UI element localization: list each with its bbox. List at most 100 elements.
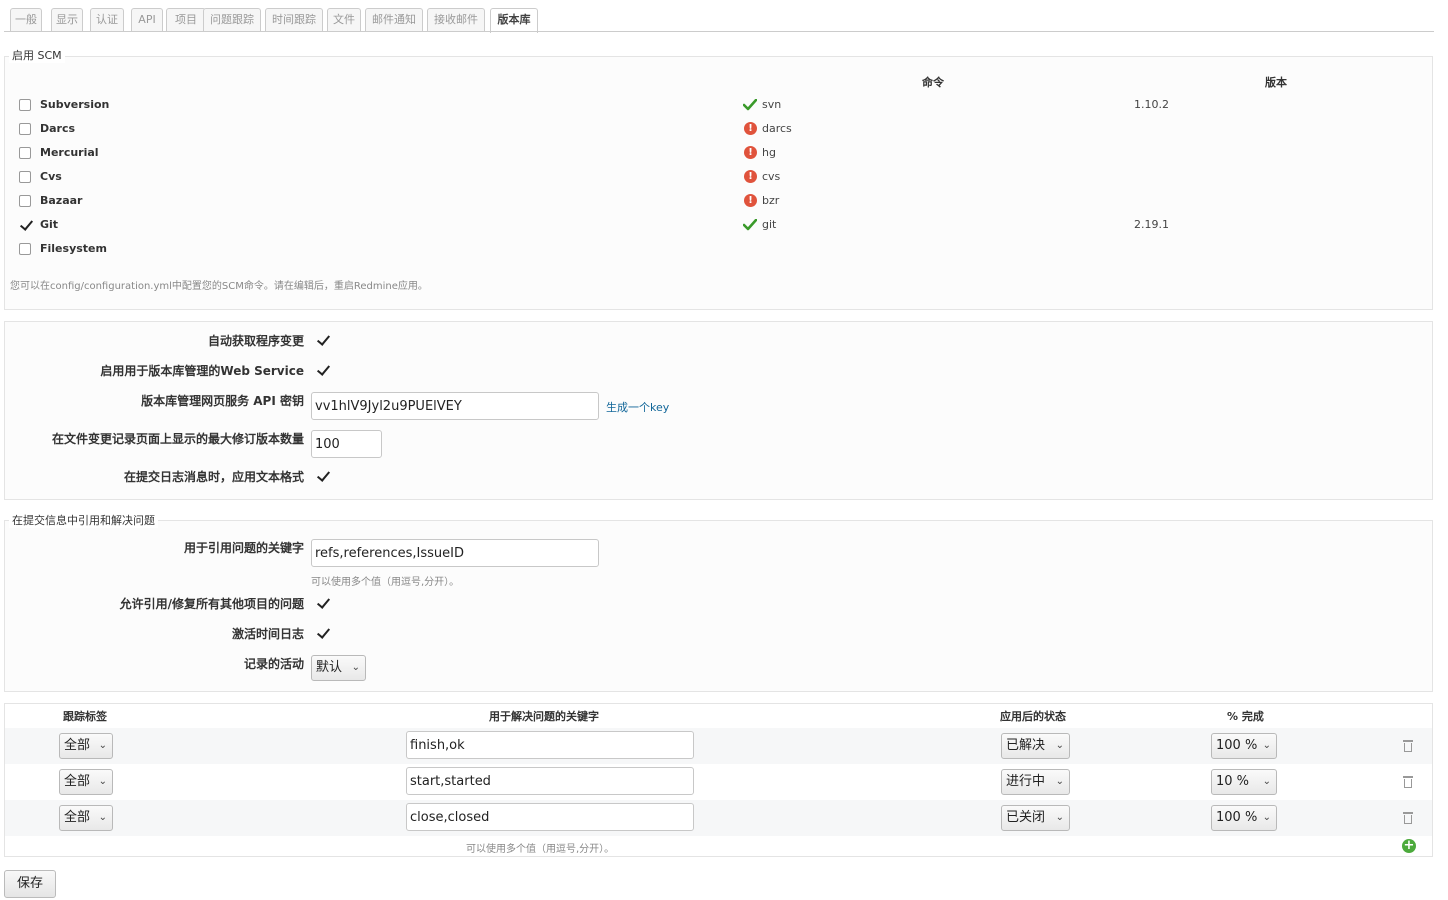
tab-general[interactable]: 一般 (10, 8, 42, 32)
chevron-down-icon: ⌄ (1262, 812, 1271, 823)
tracker-select-value: 全部 (64, 738, 91, 753)
generate-key-link[interactable]: 生成一个key (606, 399, 669, 415)
scm-command: cvs (762, 170, 781, 183)
api-key-label: 版本库管理网页服务 API 密钥 (141, 394, 304, 408)
ref-keywords-input[interactable]: refs,references,IssueID (311, 539, 599, 567)
tab-repositories[interactable]: 版本库 (490, 8, 538, 33)
scm-name: Git (40, 218, 59, 231)
ws-label: 启用用于版本库管理的Web Service (100, 364, 304, 378)
trash-icon[interactable] (1403, 776, 1413, 788)
time-log-label: 激活时间日志 (231, 627, 304, 641)
save-button[interactable]: 保存 (4, 870, 56, 898)
check-icon (743, 219, 757, 231)
text-format-label: 在提交日志消息时，应用文本格式 (123, 470, 304, 484)
status-select-value: 进行中 (1006, 774, 1046, 789)
scm-checkbox-filesystem[interactable] (19, 243, 31, 255)
tracker-select-value: 全部 (64, 774, 91, 789)
trash-icon[interactable] (1403, 812, 1413, 824)
col-done-header: % 完成 (1227, 710, 1264, 723)
activity-select[interactable]: 默认 ⌄ (311, 655, 366, 681)
scm-checkbox-cvs[interactable] (19, 171, 31, 183)
tab-time-tracking[interactable]: 时间跟踪 (265, 8, 323, 32)
activity-select-value: 默认 (316, 660, 343, 675)
scm-command: hg (762, 146, 776, 159)
cross-project-label: 允许引用/修复所有其他项目的问题 (119, 597, 304, 611)
autofetch-label: 自动获取程序变更 (207, 334, 304, 348)
scm-name: Bazaar (40, 194, 83, 207)
scm-version: 2.19.1 (1134, 218, 1169, 231)
col-tracker-header: 跟踪标签 (63, 710, 107, 723)
scm-command: git (762, 218, 777, 231)
status-select[interactable]: 已关闭 ⌄ (1001, 805, 1070, 831)
scm-command: svn (762, 98, 782, 111)
chevron-down-icon: ⌄ (98, 740, 107, 751)
fix-keywords-input[interactable]: finish,ok (406, 731, 694, 759)
trash-icon[interactable] (1403, 740, 1413, 752)
tracker-select[interactable]: 全部 ⌄ (59, 805, 113, 831)
tab-email-notifications[interactable]: 邮件通知 (365, 8, 423, 32)
max-rev-input[interactable]: 100 (311, 430, 382, 458)
scm-checkbox-subversion[interactable] (19, 99, 31, 111)
error-icon: ! (744, 170, 757, 183)
ws-checkbox[interactable] (316, 364, 328, 376)
scm-name: Subversion (40, 98, 110, 111)
done-ratio-select[interactable]: 10 % ⌄ (1211, 769, 1277, 795)
scm-name: Filesystem (40, 242, 107, 255)
max-rev-label: 在文件变更记录页面上显示的最大修订版本数量 (51, 432, 304, 446)
tracker-select[interactable]: 全部 ⌄ (59, 733, 113, 759)
done-ratio-select-value: 100 % (1216, 738, 1258, 753)
scm-version: 1.10.2 (1134, 98, 1169, 111)
col-status-header: 应用后的状态 (1000, 710, 1066, 723)
done-ratio-select[interactable]: 100 % ⌄ (1211, 733, 1277, 759)
scm-name: Cvs (40, 170, 62, 183)
tab-files[interactable]: 文件 (327, 8, 361, 32)
autofetch-checkbox[interactable] (316, 334, 328, 346)
cross-project-checkbox[interactable] (316, 597, 328, 609)
col-fix-keywords-header: 用于解决问题的关键字 (489, 710, 599, 723)
status-select[interactable]: 进行中 ⌄ (1001, 769, 1070, 795)
activity-label: 记录的活动 (243, 657, 304, 671)
tab-incoming-emails[interactable]: 接收邮件 (427, 8, 485, 32)
tabs-divider (4, 31, 1434, 32)
done-ratio-select[interactable]: 100 % ⌄ (1211, 805, 1277, 831)
error-icon: ! (744, 146, 757, 159)
tab-display[interactable]: 显示 (51, 8, 83, 32)
chevron-down-icon: ⌄ (1055, 740, 1064, 751)
add-icon[interactable]: + (1402, 839, 1416, 853)
fix-keywords-input[interactable]: start,started (406, 767, 694, 795)
chevron-down-icon: ⌄ (1262, 740, 1271, 751)
scm-fieldset (4, 56, 1433, 310)
scm-checkbox-git[interactable] (19, 219, 31, 231)
tracker-select[interactable]: 全部 ⌄ (59, 769, 113, 795)
done-ratio-select-value: 100 % (1216, 810, 1258, 825)
col-version-header: 版本 (1265, 76, 1287, 89)
scm-note: 您可以在config/configuration.yml中配置您的SCM命令。请… (10, 281, 428, 292)
status-select-value: 已关闭 (1006, 810, 1046, 825)
api-key-input[interactable]: vv1hlV9Jyl2u9PUElVEY (311, 392, 599, 420)
tab-authentication[interactable]: 认证 (90, 8, 124, 32)
time-log-checkbox[interactable] (316, 627, 328, 639)
ref-keywords-label: 用于引用问题的关键字 (183, 541, 304, 555)
chevron-down-icon: ⌄ (351, 662, 360, 673)
scm-legend: 启用 SCM (9, 47, 65, 63)
chevron-down-icon: ⌄ (98, 812, 107, 823)
tab-api[interactable]: API (131, 8, 163, 32)
status-select-value: 已解决 (1006, 738, 1046, 753)
tracker-select-value: 全部 (64, 810, 91, 825)
scm-name: Mercurial (40, 146, 99, 159)
chevron-down-icon: ⌄ (1262, 776, 1271, 787)
check-icon (743, 99, 757, 111)
col-command-header: 命令 (922, 76, 944, 89)
error-icon: ! (744, 122, 757, 135)
scm-checkbox-darcs[interactable] (19, 123, 31, 135)
tab-projects[interactable]: 项目 (166, 8, 206, 32)
fix-keywords-input[interactable]: close,closed (406, 803, 694, 831)
tab-issue-tracking[interactable]: 问题跟踪 (203, 8, 261, 32)
text-format-checkbox[interactable] (316, 470, 328, 482)
scm-checkbox-bazaar[interactable] (19, 195, 31, 207)
scm-command: bzr (762, 194, 780, 207)
scm-command: darcs (762, 122, 792, 135)
fix-keywords-hint: 可以使用多个值（用逗号,分开）。 (466, 844, 615, 855)
status-select[interactable]: 已解决 ⌄ (1001, 733, 1070, 759)
scm-checkbox-mercurial[interactable] (19, 147, 31, 159)
